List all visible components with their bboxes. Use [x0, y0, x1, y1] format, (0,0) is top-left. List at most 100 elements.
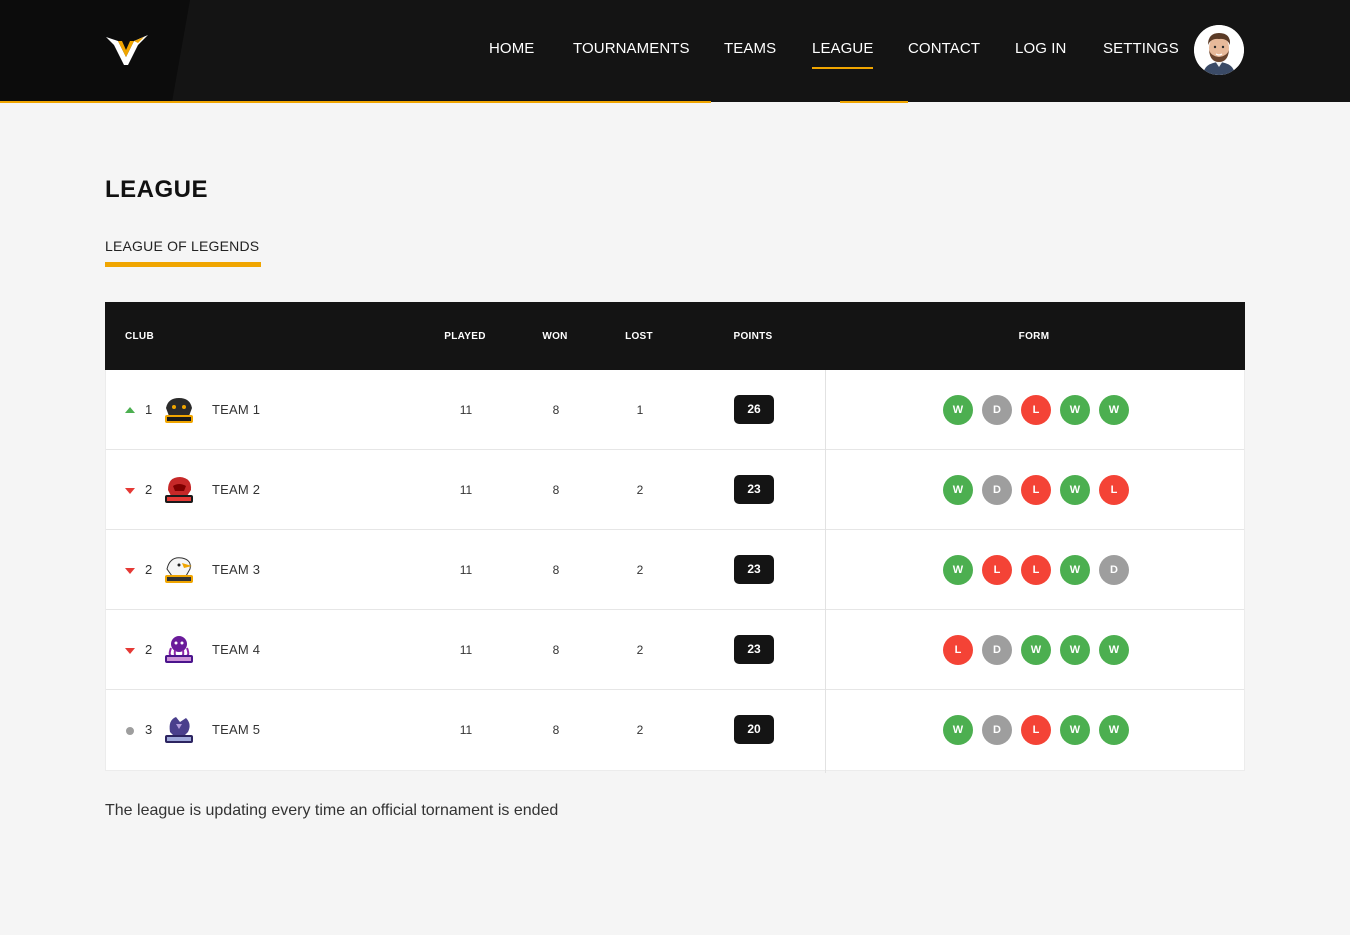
table-row[interactable]: 3 TEAM 5 11 8 2 20 W D L W W [106, 690, 1244, 770]
team-name[interactable]: TEAM 3 [212, 562, 260, 577]
lost: 2 [636, 483, 644, 497]
trend-up-icon [125, 407, 135, 413]
points-badge: 23 [734, 555, 774, 584]
nav-teams[interactable]: TEAMS [724, 40, 776, 57]
form-badge: D [982, 475, 1012, 505]
column-lost: LOST [625, 331, 653, 342]
form-badge: W [1099, 715, 1129, 745]
red-team-logo-icon [162, 474, 196, 506]
lost: 2 [636, 643, 644, 657]
played: 11 [459, 483, 473, 497]
form-results: WLLWD [943, 555, 1129, 585]
table-header: CLUB PLAYED WON LOST POINTS FORM [105, 302, 1245, 370]
octopus-logo-icon [162, 634, 196, 666]
user-avatar-icon [1194, 25, 1244, 75]
won: 8 [552, 563, 560, 577]
nav-contact[interactable]: CONTACT [908, 40, 980, 57]
rank: 2 [145, 642, 153, 657]
rank: 1 [145, 402, 153, 417]
rank: 2 [145, 482, 153, 497]
team-name[interactable]: TEAM 4 [212, 642, 260, 657]
nav-league[interactable]: LEAGUE [812, 40, 874, 69]
form-badge: L [943, 635, 973, 665]
team-name[interactable]: TEAM 5 [212, 722, 260, 737]
lost: 1 [636, 403, 644, 417]
won: 8 [552, 403, 560, 417]
tab-league-of-legends[interactable]: LEAGUE OF LEGENDS [105, 238, 259, 254]
form-results: LDWWW [943, 635, 1129, 665]
form-badge: W [1099, 635, 1129, 665]
form-badge: W [1099, 395, 1129, 425]
league-update-note: The league is updating every time an off… [105, 802, 559, 819]
points-badge: 23 [734, 635, 774, 664]
form-badge: L [982, 555, 1012, 585]
form-badge: D [982, 395, 1012, 425]
played: 11 [459, 403, 473, 417]
team-name[interactable]: TEAM 1 [212, 402, 260, 417]
form-results: WDLWW [943, 715, 1129, 745]
form-badge: W [1060, 395, 1090, 425]
panthers-logo-icon [162, 394, 196, 426]
won: 8 [552, 643, 560, 657]
nav-home[interactable]: HOME [489, 40, 534, 57]
table-row[interactable]: 2 TEAM 3 11 8 2 23 W L L W D [106, 530, 1244, 610]
form-column-divider [825, 370, 826, 773]
column-played: PLAYED [444, 331, 486, 342]
logo-panel [0, 0, 190, 102]
form-badge: D [1099, 555, 1129, 585]
table-row[interactable]: 2 TEAM 4 11 8 2 23 L D W W W [106, 610, 1244, 690]
tab-active-underline [105, 262, 261, 267]
lost: 2 [636, 563, 644, 577]
column-club: CLUB [125, 331, 154, 342]
dragons-logo-icon [162, 714, 196, 746]
form-badge: W [1060, 715, 1090, 745]
form-results: WDLWL [943, 475, 1129, 505]
lost: 2 [636, 723, 644, 737]
league-table: CLUB PLAYED WON LOST POINTS FORM 1 TEAM 1… [105, 302, 1245, 773]
form-badge: L [1021, 395, 1051, 425]
rank: 2 [145, 562, 153, 577]
table-row[interactable]: 1 TEAM 1 11 8 1 26 W D L W W [106, 370, 1244, 450]
trend-same-icon [126, 727, 134, 735]
points-badge: 23 [734, 475, 774, 504]
nav-log-in[interactable]: LOG IN [1015, 40, 1066, 57]
played: 11 [459, 643, 473, 657]
table-row[interactable]: 2 TEAM 2 11 8 2 23 W D L W L [106, 450, 1244, 530]
played: 11 [459, 723, 473, 737]
form-badge: L [1021, 555, 1051, 585]
points-badge: 26 [734, 395, 774, 424]
table-body: 1 TEAM 1 11 8 1 26 W D L W W 2 TEAM 2 11 8 2 23 W D L W L 2 TEA… [105, 370, 1245, 771]
form-badge: L [1099, 475, 1129, 505]
column-won: WON [542, 331, 568, 342]
trend-down-icon [125, 568, 135, 574]
won: 8 [552, 483, 560, 497]
played: 11 [459, 563, 473, 577]
form-badge: W [943, 555, 973, 585]
points-badge: 20 [734, 715, 774, 744]
form-badge: L [1021, 475, 1051, 505]
team-name[interactable]: TEAM 2 [212, 482, 260, 497]
header-accent-line-active [840, 101, 908, 103]
site-header: HOME TOURNAMENTS TEAMS LEAGUE CONTACT LO… [0, 0, 1350, 102]
form-badge: D [982, 635, 1012, 665]
nav-tournaments[interactable]: TOURNAMENTS [573, 40, 690, 57]
header-accent-line [0, 101, 711, 103]
trend-down-icon [125, 488, 135, 494]
eagles-logo-icon [162, 554, 196, 586]
trend-down-icon [125, 648, 135, 654]
form-badge: W [943, 715, 973, 745]
form-badge: W [1060, 475, 1090, 505]
form-badge: W [1060, 555, 1090, 585]
form-results: WDLWW [943, 395, 1129, 425]
form-badge: L [1021, 715, 1051, 745]
form-badge: W [1021, 635, 1051, 665]
form-badge: W [1060, 635, 1090, 665]
brand-logo-icon[interactable] [104, 31, 150, 67]
rank: 3 [145, 722, 153, 737]
page-title: LEAGUE [105, 176, 209, 203]
column-form: FORM [1018, 331, 1050, 342]
user-avatar[interactable] [1194, 25, 1244, 75]
nav-settings[interactable]: SETTINGS [1103, 40, 1179, 57]
form-badge: W [943, 475, 973, 505]
won: 8 [552, 723, 560, 737]
